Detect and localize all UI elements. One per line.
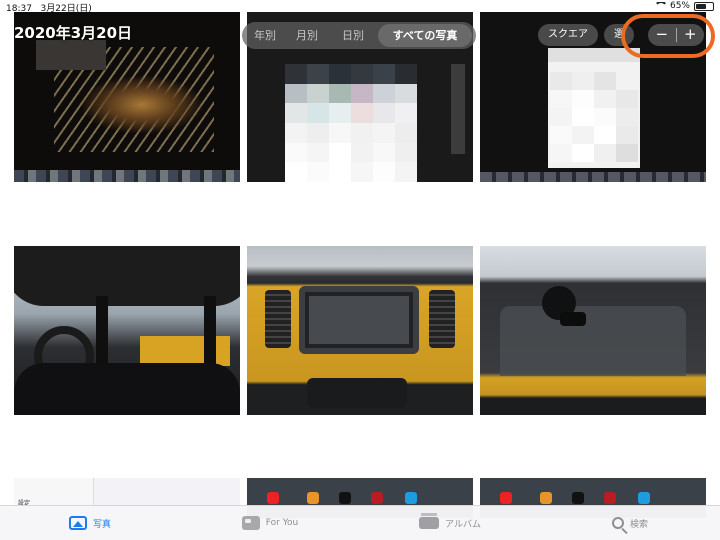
battery-percent: 65% [669, 1, 690, 11]
segment-month[interactable]: 月別 [286, 24, 328, 47]
highlight-ring [621, 14, 715, 58]
date-title: 2020年3月20日 [14, 24, 133, 42]
photo-thumbnail[interactable] [14, 246, 240, 415]
tab-albums[interactable]: アルバム [360, 506, 540, 540]
tab-label: For You [265, 518, 299, 528]
tab-label: 検索 [629, 519, 648, 530]
battery-icon [694, 1, 714, 11]
status-right: 65% [655, 1, 714, 11]
status-bar: 18:37 3月22日(日) 65% [0, 0, 720, 14]
photo-thumbnail[interactable] [247, 246, 473, 415]
segment-day[interactable]: 日別 [328, 24, 378, 47]
status-time-date: 18:37 3月22日(日) [6, 1, 92, 14]
photo-thumbnail[interactable] [480, 246, 706, 415]
search-icon [611, 517, 624, 529]
tab-for-you[interactable]: For You [180, 506, 360, 540]
for-you-icon [241, 516, 260, 530]
status-date: 3月22日(日) [40, 4, 92, 14]
view-segmented-control: 年別 月別 日別 すべての写真 [242, 22, 476, 49]
tab-label: アルバム [445, 519, 481, 530]
tab-label: 写真 [92, 519, 111, 530]
wifi-icon [655, 2, 666, 10]
albums-icon [419, 513, 440, 529]
photos-icon [68, 516, 87, 530]
tab-search[interactable]: 検索 [540, 506, 720, 540]
segment-all-photos[interactable]: すべての写真 [378, 24, 472, 47]
segment-year[interactable]: 年別 [244, 24, 286, 47]
tab-bar: 写真 For You アルバム 検索 [0, 505, 720, 540]
status-time: 18:37 [6, 4, 32, 14]
tab-photos[interactable]: 写真 [0, 506, 180, 540]
aspect-square-button[interactable]: スクエア [538, 24, 598, 46]
photo-grid: 設定 [0, 0, 720, 518]
